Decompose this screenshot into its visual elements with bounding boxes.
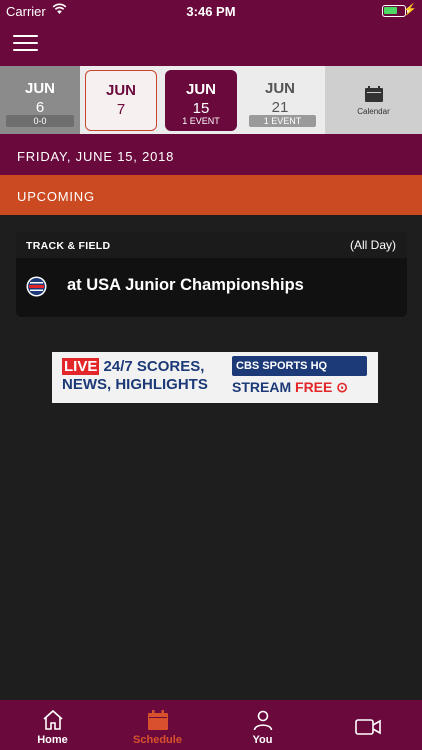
selected-date-heading: FRIDAY, JUNE 15, 2018 — [0, 134, 422, 175]
date-cell-jun-15[interactable]: JUN 15 1 EVENT — [165, 70, 237, 131]
date-month: JUN — [185, 81, 216, 98]
date-strip: JUN 6 0-0 JUN 7 JUN 15 1 EVENT JUN 21 1 … — [0, 66, 422, 134]
calendar-icon — [147, 710, 168, 730]
usa-track-field-logo-icon — [26, 276, 47, 297]
date-month: JUN — [264, 80, 295, 97]
event-time: (All Day) — [349, 238, 396, 252]
event-sport: TRACK & FIELD — [26, 240, 111, 252]
ad-line1: 24/7 SCORES, — [99, 358, 205, 375]
section-header-upcoming: UPCOMING — [0, 175, 422, 215]
event-card[interactable]: TRACK & FIELD (All Day) at USA Junior Ch… — [16, 232, 407, 317]
ad-text-block: LIVE 24/7 SCORES, NEWS, HIGHLIGHTS — [62, 358, 222, 393]
event-title: at USA Junior Championships — [67, 276, 304, 294]
ad-free: FREE — [295, 379, 333, 395]
tab-label: You — [252, 734, 273, 746]
video-icon — [354, 719, 381, 735]
tab-schedule[interactable]: Schedule — [105, 700, 210, 750]
ad-stream: STREAM — [232, 379, 292, 395]
tab-you[interactable]: You — [210, 700, 315, 750]
charging-icon: ⚡ — [403, 4, 417, 16]
calendar-label: Calendar — [357, 107, 390, 116]
date-day: 6 — [35, 99, 45, 116]
date-day: 21 — [271, 99, 289, 116]
tab-label: Schedule — [133, 734, 182, 746]
date-day: 7 — [116, 101, 126, 118]
date-month: JUN — [24, 80, 55, 97]
play-icon: ⊙ — [336, 379, 348, 395]
tab-label: Home — [37, 734, 68, 746]
date-cell-jun-21[interactable]: JUN 21 1 EVENT — [240, 66, 320, 134]
date-cell-jun-7[interactable]: JUN 7 — [85, 70, 157, 131]
nav-bar — [0, 22, 422, 66]
tab-video[interactable] — [315, 700, 420, 750]
date-cell-jun-6[interactable]: JUN 6 0-0 — [0, 66, 80, 134]
event-row[interactable]: at USA Junior Championships — [16, 258, 407, 317]
event-header: TRACK & FIELD (All Day) — [16, 232, 407, 258]
tab-bar: Home Schedule You — [0, 700, 422, 750]
clock: 3:46 PM — [186, 4, 236, 19]
date-badge: 1 EVENT — [182, 116, 220, 126]
ad-line2: NEWS, HIGHLIGHTS — [62, 376, 208, 393]
menu-icon[interactable] — [13, 35, 38, 53]
cbs-sports-logo: CBS SPORTS HQ — [232, 356, 367, 376]
calendar-button[interactable]: Calendar — [325, 66, 422, 134]
date-badge: 1 EVENT — [249, 115, 316, 127]
date-month: JUN — [105, 82, 136, 99]
calendar-icon — [364, 86, 383, 102]
home-icon — [42, 709, 63, 730]
status-bar: Carrier 3:46 PM ⚡ — [0, 0, 422, 22]
person-icon — [253, 710, 272, 731]
ad-banner[interactable]: LIVE 24/7 SCORES, NEWS, HIGHLIGHTS CBS S… — [52, 352, 378, 403]
ad-live-label: LIVE — [62, 358, 100, 375]
date-badge: 0-0 — [6, 115, 74, 127]
tab-home[interactable]: Home — [0, 700, 105, 750]
ad-brand-block: CBS SPORTS HQ STREAM FREE ⊙ — [232, 356, 367, 396]
